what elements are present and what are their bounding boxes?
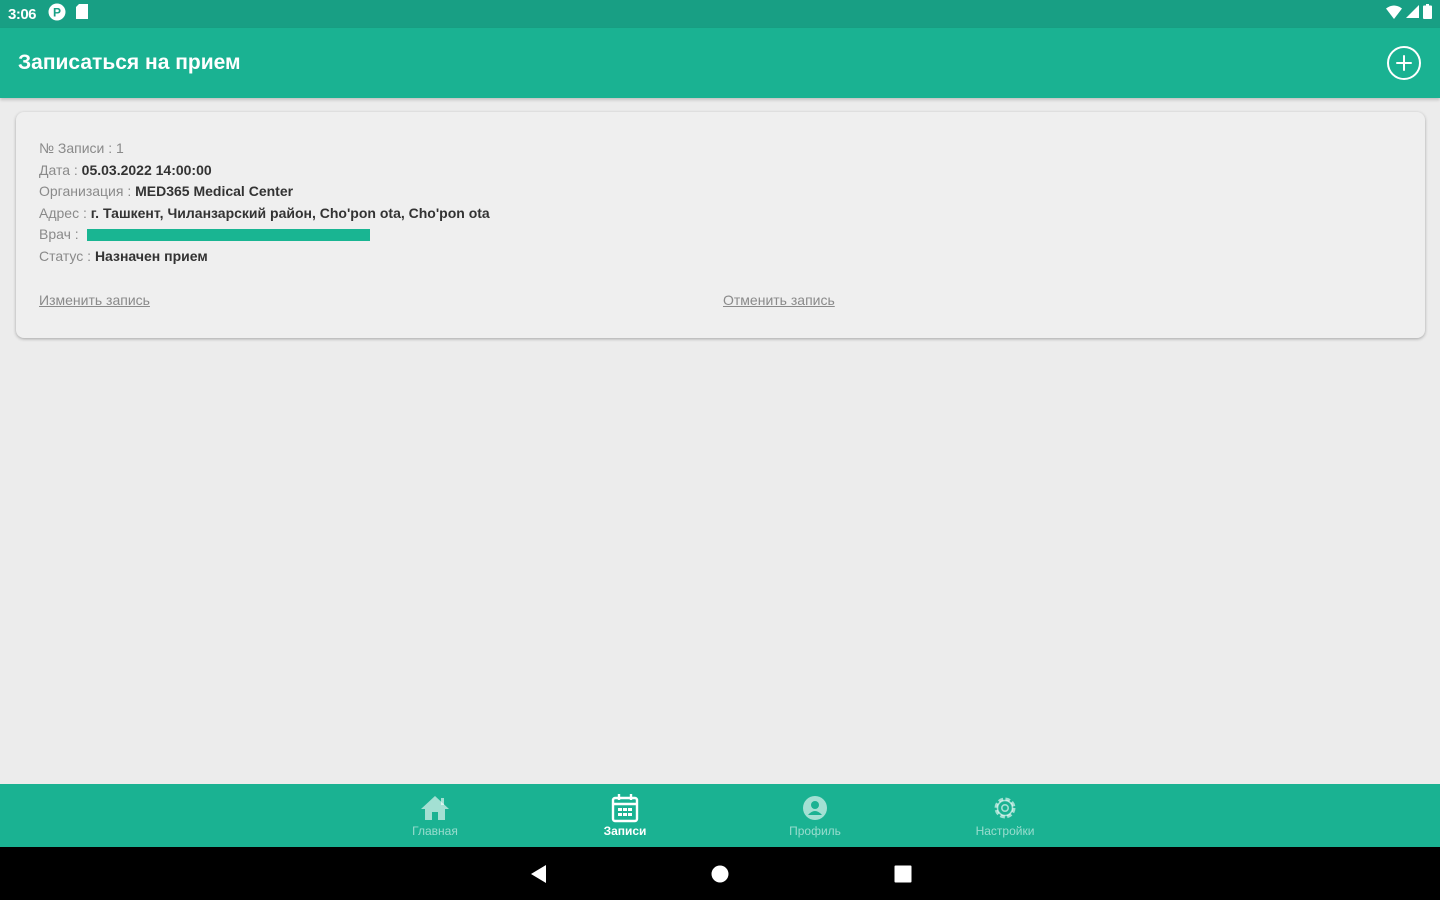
appointment-status-label: Статус : [39,247,95,264]
nav-item-home[interactable]: Главная [380,784,490,847]
appointment-address-value: г. Ташкент, Чиланзарский район, Cho'pon … [90,204,490,221]
nav-label-home: Главная [412,824,458,838]
back-button[interactable] [508,847,568,900]
add-appointment-button[interactable] [1386,45,1422,81]
plus-circle-icon [1387,46,1421,80]
calendar-icon [610,793,640,823]
page-title: Записаться на прием [18,51,241,74]
bottom-navigation: Главная Записи Профиль Настройки [0,784,1440,847]
system-navigation-bar [0,847,1440,900]
appointment-number-label: № Записи : [39,140,117,156]
home-icon [420,793,450,823]
status-system-icons [1386,4,1432,24]
appointment-date-value: 05.03.2022 14:00:00 [81,161,212,178]
nav-item-settings[interactable]: Настройки [950,784,1060,847]
appointment-org-value: MED365 Medical Center [135,183,294,199]
appointment-number-value: 1 [116,140,124,156]
appointment-org-row: Организация : MED365 Medical Center [39,181,1402,203]
status-time: 3:06 [8,5,37,23]
nav-label-settings: Настройки [975,824,1035,838]
appointment-address-row: Адрес : г. Ташкент, Чиланзарский район, … [39,203,1402,225]
notification-p-icon: P [48,3,66,26]
appointment-address-label: Адрес : [39,204,91,221]
sd-card-icon [76,4,89,24]
wifi-icon [1386,5,1402,24]
app-bar: Записаться на прием [0,28,1440,98]
status-bar: 3:06 P [0,0,1440,28]
appointment-doctor-row: Врач : [39,224,1402,246]
svg-text:P: P [53,5,61,19]
appointment-status-value: Назначен прием [94,247,208,264]
nav-item-profile[interactable]: Профиль [760,784,870,847]
doctor-name-redacted [86,229,370,242]
appointment-org-label: Организация : [39,183,136,199]
appointment-card: № Записи : 1 Дата : 05.03.2022 14:00:00 … [16,112,1425,338]
appointment-doctor-label: Врач : [39,226,83,242]
appointment-date-label: Дата : [39,161,82,178]
back-triangle-icon [531,864,546,883]
edit-appointment-link[interactable]: Изменить запись [39,292,150,308]
appointment-date-row: Дата : 05.03.2022 14:00:00 [39,160,1402,182]
nav-label-appointments: Записи [603,824,647,838]
cancel-appointment-link[interactable]: Отменить запись [723,292,835,308]
nav-item-appointments[interactable]: Записи [570,784,680,847]
nav-label-profile: Профиль [789,824,841,838]
battery-icon [1423,4,1432,24]
appointment-number-row: № Записи : 1 [39,138,1402,160]
profile-icon [800,793,830,823]
signal-icon [1406,5,1419,23]
gear-icon [990,793,1020,823]
appointment-status-row: Статус : Назначен прием [39,246,1402,268]
recents-button[interactable] [873,847,933,900]
home-button[interactable] [690,847,750,900]
status-notification-icons: P [48,3,89,26]
home-circle-icon [711,865,729,882]
recents-square-icon [894,865,912,882]
